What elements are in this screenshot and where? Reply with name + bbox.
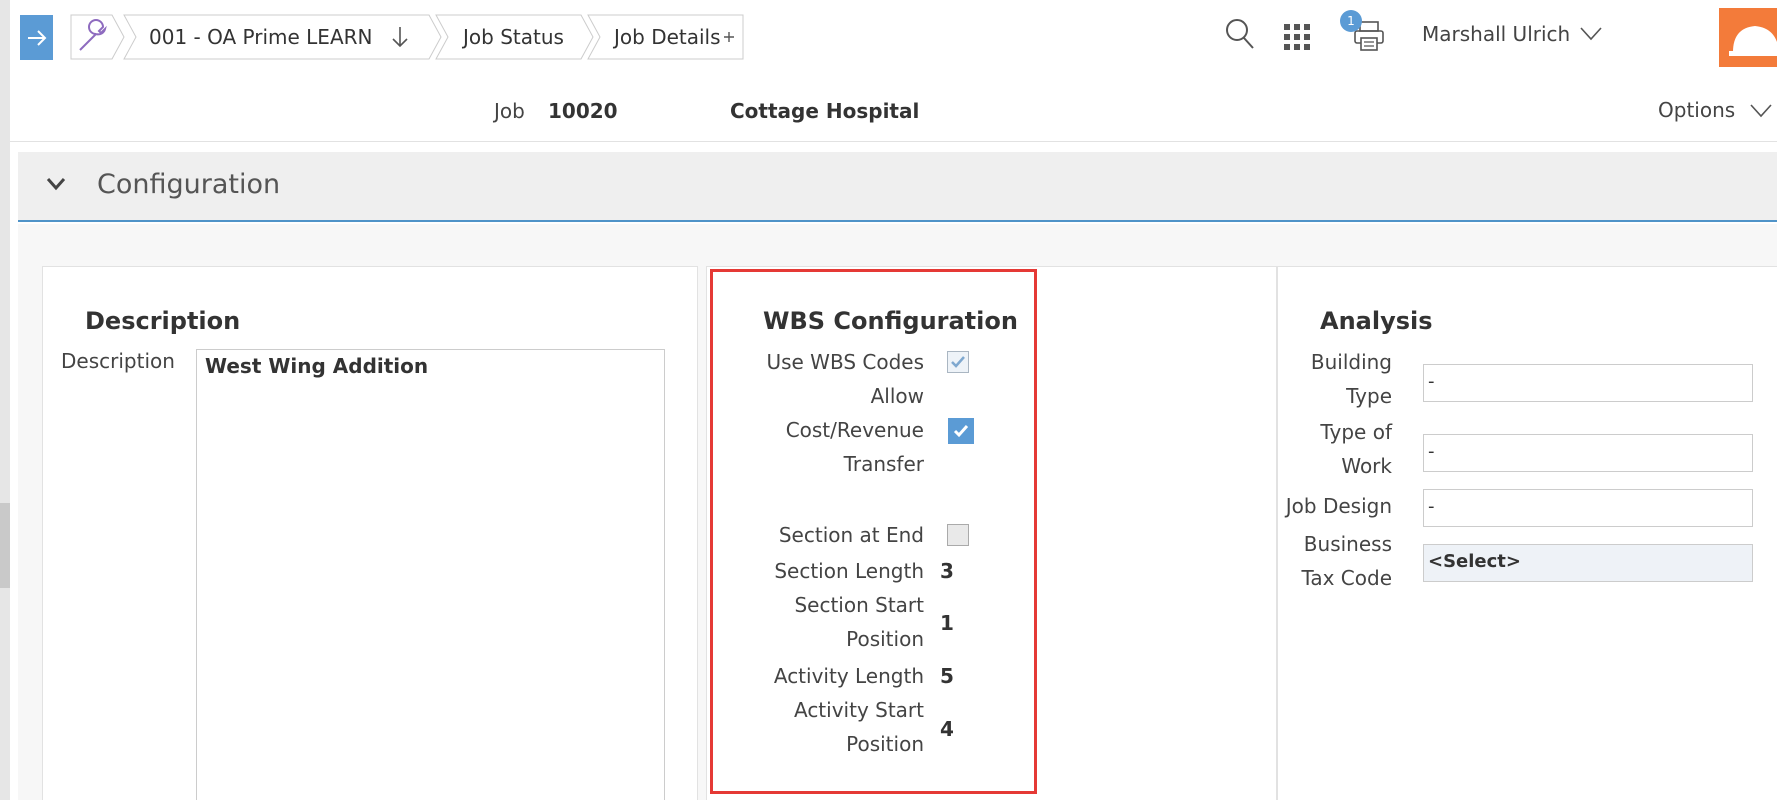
description-textarea[interactable]: West Wing Addition — [196, 349, 665, 800]
wbs-highlight-box — [710, 269, 1037, 794]
job-name: Cottage Hospital — [730, 99, 920, 123]
building-type-label-2: Type — [1346, 384, 1392, 408]
breadcrumb-job-details[interactable]: Job Details — [587, 14, 745, 60]
type-of-work-input[interactable]: - — [1423, 434, 1753, 472]
type-of-work-label-2: Work — [1341, 454, 1392, 478]
type-of-work-label-1: Type of — [1320, 420, 1392, 444]
description-panel-title: Description — [85, 307, 241, 335]
configuration-section-header[interactable]: Configuration — [18, 152, 1777, 222]
search-icon[interactable] — [1225, 18, 1255, 50]
left-scrollbar[interactable] — [0, 0, 10, 800]
analysis-panel-title: Analysis — [1320, 307, 1433, 335]
arrow-down-icon[interactable] — [391, 26, 409, 48]
breadcrumb-job-details-label: Job Details — [614, 25, 721, 49]
business-tax-label-1: Business — [1303, 532, 1392, 556]
user-menu-name[interactable]: Marshall Ulrich — [1422, 22, 1570, 46]
job-design-label: Job Design — [1285, 494, 1392, 518]
analysis-panel: Analysis Building Type - Type of Work - … — [1277, 266, 1777, 800]
plus-icon[interactable] — [723, 31, 735, 43]
scrollbar-thumb[interactable] — [0, 503, 10, 588]
breadcrumb-company[interactable]: 001 - OA Prime LEARN — [123, 14, 443, 60]
job-design-input[interactable]: - — [1423, 489, 1753, 527]
building-type-label-1: Building — [1310, 350, 1392, 374]
job-number: 10020 — [548, 99, 618, 123]
job-info-bar: Job 10020 Cottage Hospital Options — [10, 72, 1777, 142]
building-type-input[interactable]: - — [1423, 364, 1753, 402]
description-panel: Description Description West Wing Additi… — [42, 266, 698, 800]
business-tax-label-2: Tax Code — [1301, 566, 1392, 590]
section-title: Configuration — [97, 169, 281, 200]
breadcrumb-job-status-label: Job Status — [463, 25, 564, 49]
chevron-down-icon[interactable] — [46, 177, 66, 191]
breadcrumb-company-label: 001 - OA Prime LEARN — [149, 25, 373, 49]
options-menu[interactable]: Options — [1658, 98, 1735, 122]
chevron-down-icon[interactable] — [1580, 27, 1602, 41]
breadcrumb-job-status[interactable]: Job Status — [435, 14, 595, 60]
arrow-right-icon — [27, 29, 46, 46]
job-label: Job — [494, 99, 525, 123]
hard-hat-logo[interactable] — [1719, 8, 1777, 67]
chevron-down-icon[interactable] — [1750, 104, 1772, 118]
breadcrumb-home[interactable] — [70, 14, 126, 60]
description-field-label: Description — [61, 349, 175, 373]
top-bar: 001 - OA Prime LEARN Job Status Job Deta… — [10, 0, 1777, 72]
business-tax-code-select[interactable]: <Select> — [1423, 544, 1753, 582]
notification-badge[interactable]: 1 — [1340, 10, 1362, 32]
expand-nav-button[interactable] — [20, 15, 53, 60]
apps-grid-icon[interactable] — [1284, 24, 1310, 50]
